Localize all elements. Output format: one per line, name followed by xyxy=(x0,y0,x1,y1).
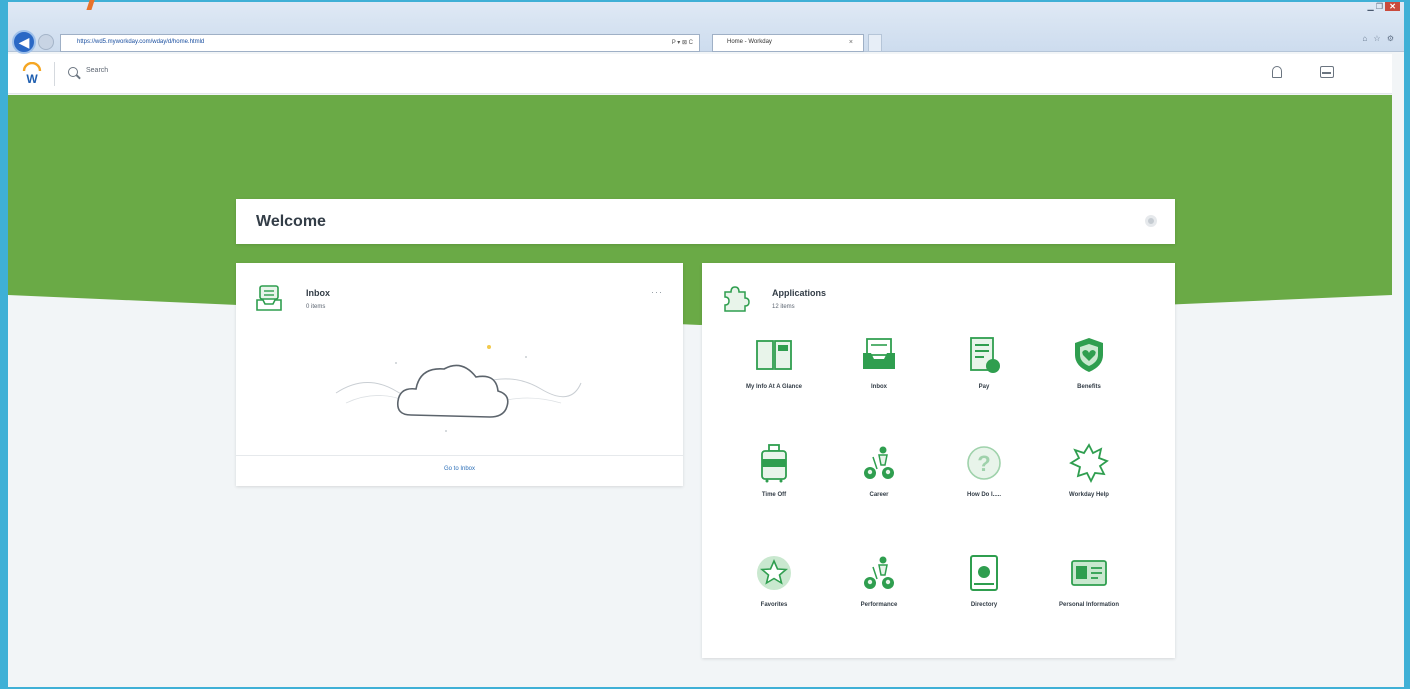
app-label: Workday Help xyxy=(1069,492,1109,498)
app-label: Favorites xyxy=(760,602,788,608)
minimize-icon[interactable]: ▁ xyxy=(1368,2,1376,11)
go-to-inbox-link[interactable]: Go to Inbox xyxy=(236,466,683,472)
inbox-tray-icon xyxy=(256,285,282,311)
banner-curve xyxy=(8,295,1392,325)
tab-title: Home - Workday xyxy=(727,39,772,45)
welcome-panel: Welcome xyxy=(236,199,1175,244)
question-icon: ? xyxy=(967,446,1001,480)
people-ladder-icon xyxy=(864,446,894,479)
app-how-do-i[interactable]: ? How Do I..... xyxy=(934,443,1034,499)
inbox-card-title: Inbox xyxy=(306,288,330,298)
address-bar[interactable]: https://wd5.myworkday.com/wday/d/home.ht… xyxy=(60,34,700,52)
app-directory[interactable]: Directory xyxy=(934,553,1034,609)
settings-gear-icon[interactable]: ⚙ xyxy=(1387,34,1396,43)
app-benefits[interactable]: Benefits xyxy=(1039,335,1139,391)
app-performance[interactable]: Performance xyxy=(829,553,929,609)
card-divider xyxy=(236,455,683,456)
right-edge xyxy=(1392,54,1404,687)
id-card-icon xyxy=(1071,560,1107,586)
pay-icon xyxy=(970,337,1000,373)
sunburst-icon xyxy=(1069,443,1109,483)
screenshot-frame: ◀ https://wd5.myworkday.com/wday/d/home.… xyxy=(0,0,1410,689)
favorites-icon[interactable]: ☆ xyxy=(1373,34,1382,43)
app-personal-information[interactable]: Personal Information xyxy=(1039,553,1139,609)
applications-card-count: 12 items xyxy=(772,304,795,310)
inbox-card-count: 0 items xyxy=(306,304,326,310)
page-title: Welcome xyxy=(256,213,326,230)
browser-toolbar: ◀ https://wd5.myworkday.com/wday/d/home.… xyxy=(8,2,1404,54)
forward-button[interactable] xyxy=(38,34,54,50)
url-text: https://wd5.myworkday.com/wday/d/home.ht… xyxy=(77,39,205,45)
more-options-icon[interactable]: ··· xyxy=(651,287,663,297)
empty-cloud-illustration xyxy=(335,345,582,432)
shield-heart-icon xyxy=(1075,338,1103,372)
maximize-icon[interactable]: ❐ xyxy=(1376,2,1385,11)
app-label: Pay xyxy=(978,384,990,390)
app-time-off[interactable]: Time Off xyxy=(724,443,824,499)
app-label: Benefits xyxy=(1077,384,1101,390)
app-label: My Info At A Glance xyxy=(745,384,802,390)
back-button[interactable]: ◀ xyxy=(12,30,36,54)
svg-text:W: W xyxy=(26,72,38,86)
search-icon[interactable] xyxy=(68,67,78,77)
gear-icon[interactable] xyxy=(1145,215,1157,227)
workday-logo[interactable]: W xyxy=(20,62,44,86)
app-favorites[interactable]: Favorites xyxy=(724,553,824,609)
app-header: W Search xyxy=(8,54,1392,94)
window-close-button[interactable]: ✕ xyxy=(1385,2,1400,11)
app-label: Performance xyxy=(860,602,898,608)
star-icon xyxy=(757,556,791,590)
app-label: Time Off xyxy=(761,492,787,498)
new-tab-button[interactable] xyxy=(868,34,882,52)
phone-directory-icon xyxy=(970,555,998,591)
browser-icons: ⌂ ☆ ⚙ xyxy=(1362,34,1396,43)
inbox-tray-icon xyxy=(863,338,895,369)
address-tools[interactable]: P ▾ ⊠ C xyxy=(672,39,693,46)
search-input[interactable]: Search xyxy=(86,67,108,74)
window-controls: ▁ ❐ ✕ xyxy=(1368,2,1400,14)
header-divider xyxy=(54,62,55,86)
applications-card: Applications 12 items My Info At A Glanc… xyxy=(702,263,1175,658)
luggage-icon xyxy=(761,444,787,483)
book-icon xyxy=(756,340,792,370)
home-icon[interactable]: ⌂ xyxy=(1362,34,1369,43)
app-label: How Do I..... xyxy=(967,492,1001,498)
puzzle-icon xyxy=(724,286,750,312)
app-inbox[interactable]: Inbox xyxy=(829,335,929,391)
app-pay[interactable]: Pay xyxy=(934,335,1034,391)
app-label: Directory xyxy=(970,602,998,608)
app-label: Personal Information xyxy=(1058,602,1119,608)
app-workday-help[interactable]: Workday Help xyxy=(1039,443,1139,499)
app-label: Career xyxy=(869,492,889,498)
svg-text:?: ? xyxy=(977,451,990,476)
app-my-info-at-a-glance[interactable]: My Info At A Glance xyxy=(724,335,824,391)
app-career[interactable]: Career xyxy=(829,443,929,499)
hero-banner xyxy=(8,95,1392,295)
header-inbox-icon[interactable] xyxy=(1320,66,1334,78)
tab-close-icon[interactable]: × xyxy=(849,39,853,46)
applications-card-title: Applications xyxy=(772,288,827,298)
browser-tab[interactable]: Home - Workday × xyxy=(712,34,864,52)
inbox-card: Inbox 0 items ··· Go to Inbox xyxy=(236,263,683,486)
people-ladder-icon xyxy=(864,556,894,589)
notifications-bell-icon[interactable] xyxy=(1272,66,1282,78)
app-label: Inbox xyxy=(871,384,887,390)
